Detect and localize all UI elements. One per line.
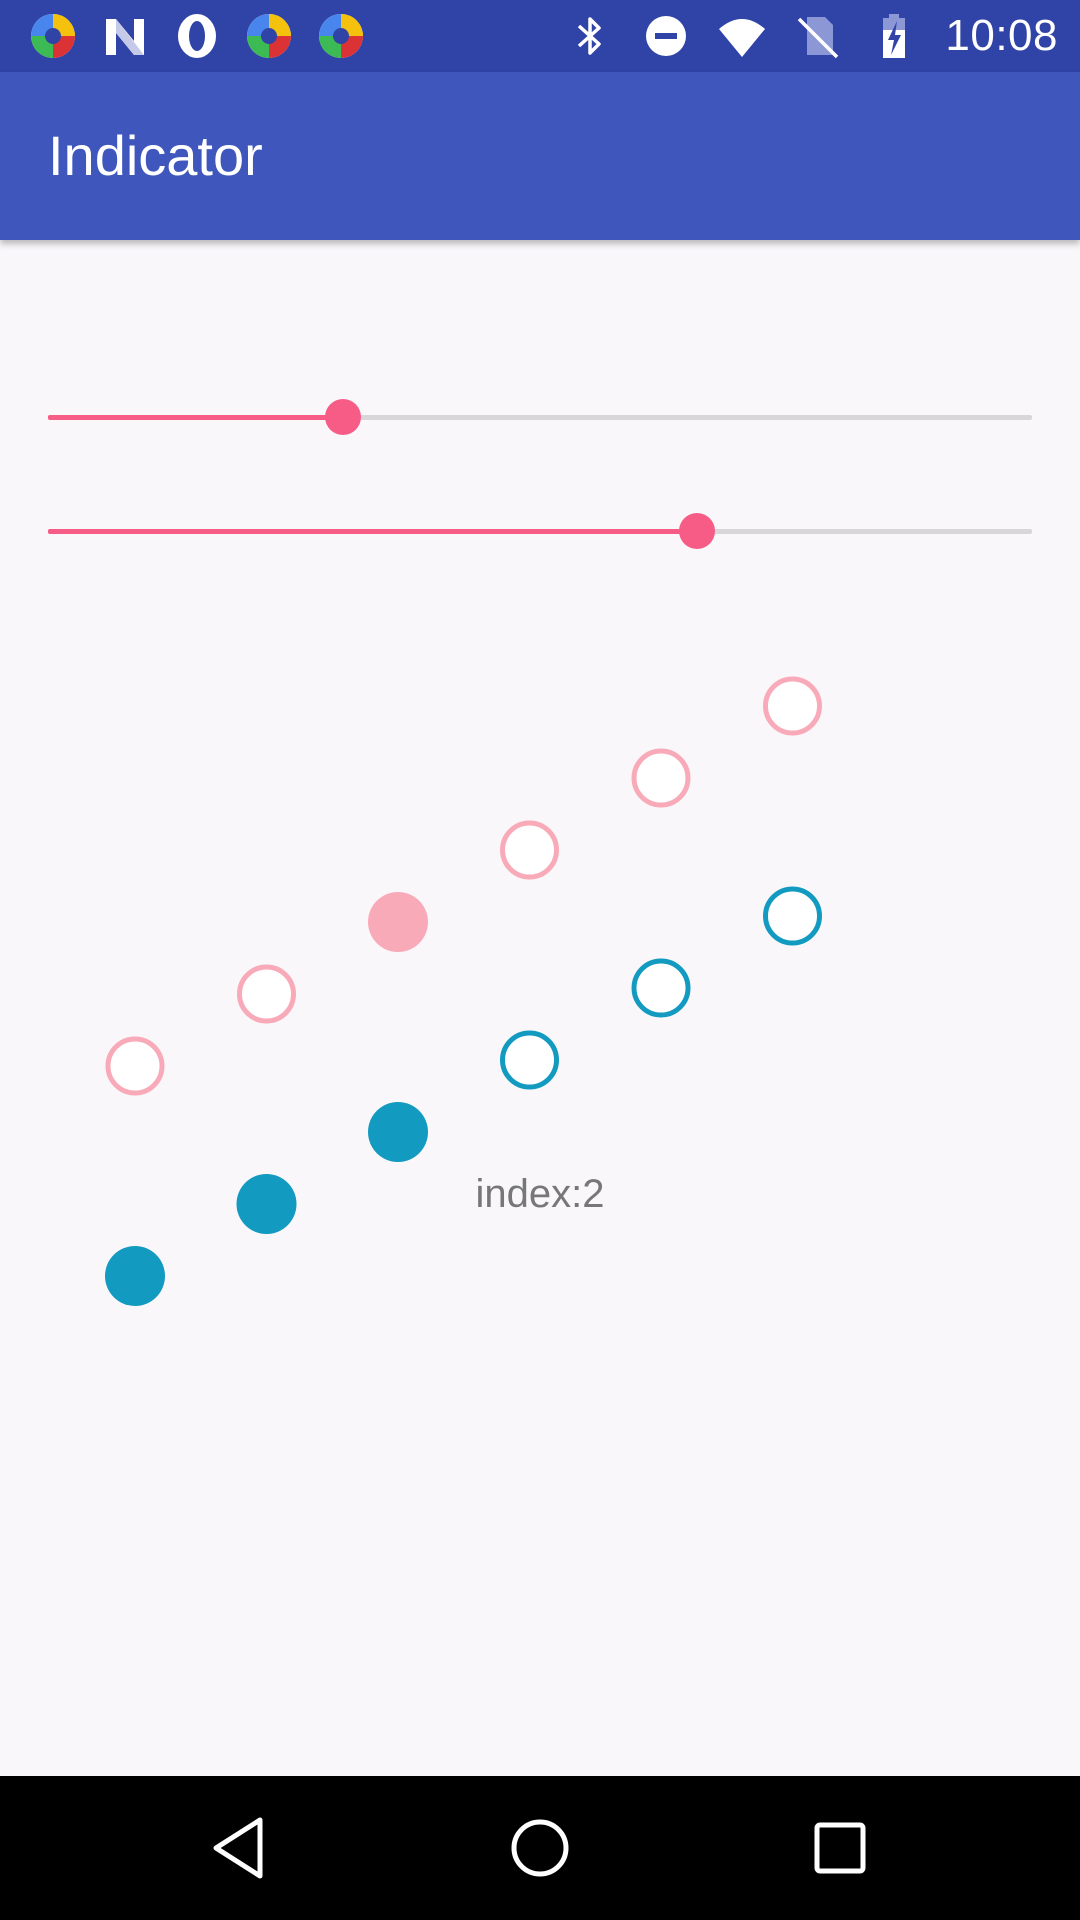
navigation-bar <box>0 1776 1080 1920</box>
teal-indicator-dot-5 <box>763 886 822 946</box>
pink-indicator-dot-2 <box>368 892 428 952</box>
teal-indicator-dot-4 <box>631 958 691 1018</box>
teal-indicator-dot-2 <box>368 1102 428 1162</box>
index-label: index:2 <box>475 1172 605 1216</box>
teal-indicator-dot-3 <box>500 1030 559 1090</box>
teal-indicator-dot-0 <box>105 1246 165 1306</box>
pink-indicator-dot-1 <box>237 964 296 1024</box>
pink-indicator-dot-4 <box>631 748 691 808</box>
indicator-dots <box>105 676 822 1306</box>
recents-icon[interactable] <box>798 1806 882 1890</box>
pink-indicator-dot-0 <box>105 1036 165 1096</box>
pink-indicator-dot-3 <box>500 820 559 880</box>
home-icon[interactable] <box>498 1806 582 1890</box>
pink-indicator-dot-5 <box>763 676 822 736</box>
back-icon[interactable] <box>198 1806 282 1890</box>
